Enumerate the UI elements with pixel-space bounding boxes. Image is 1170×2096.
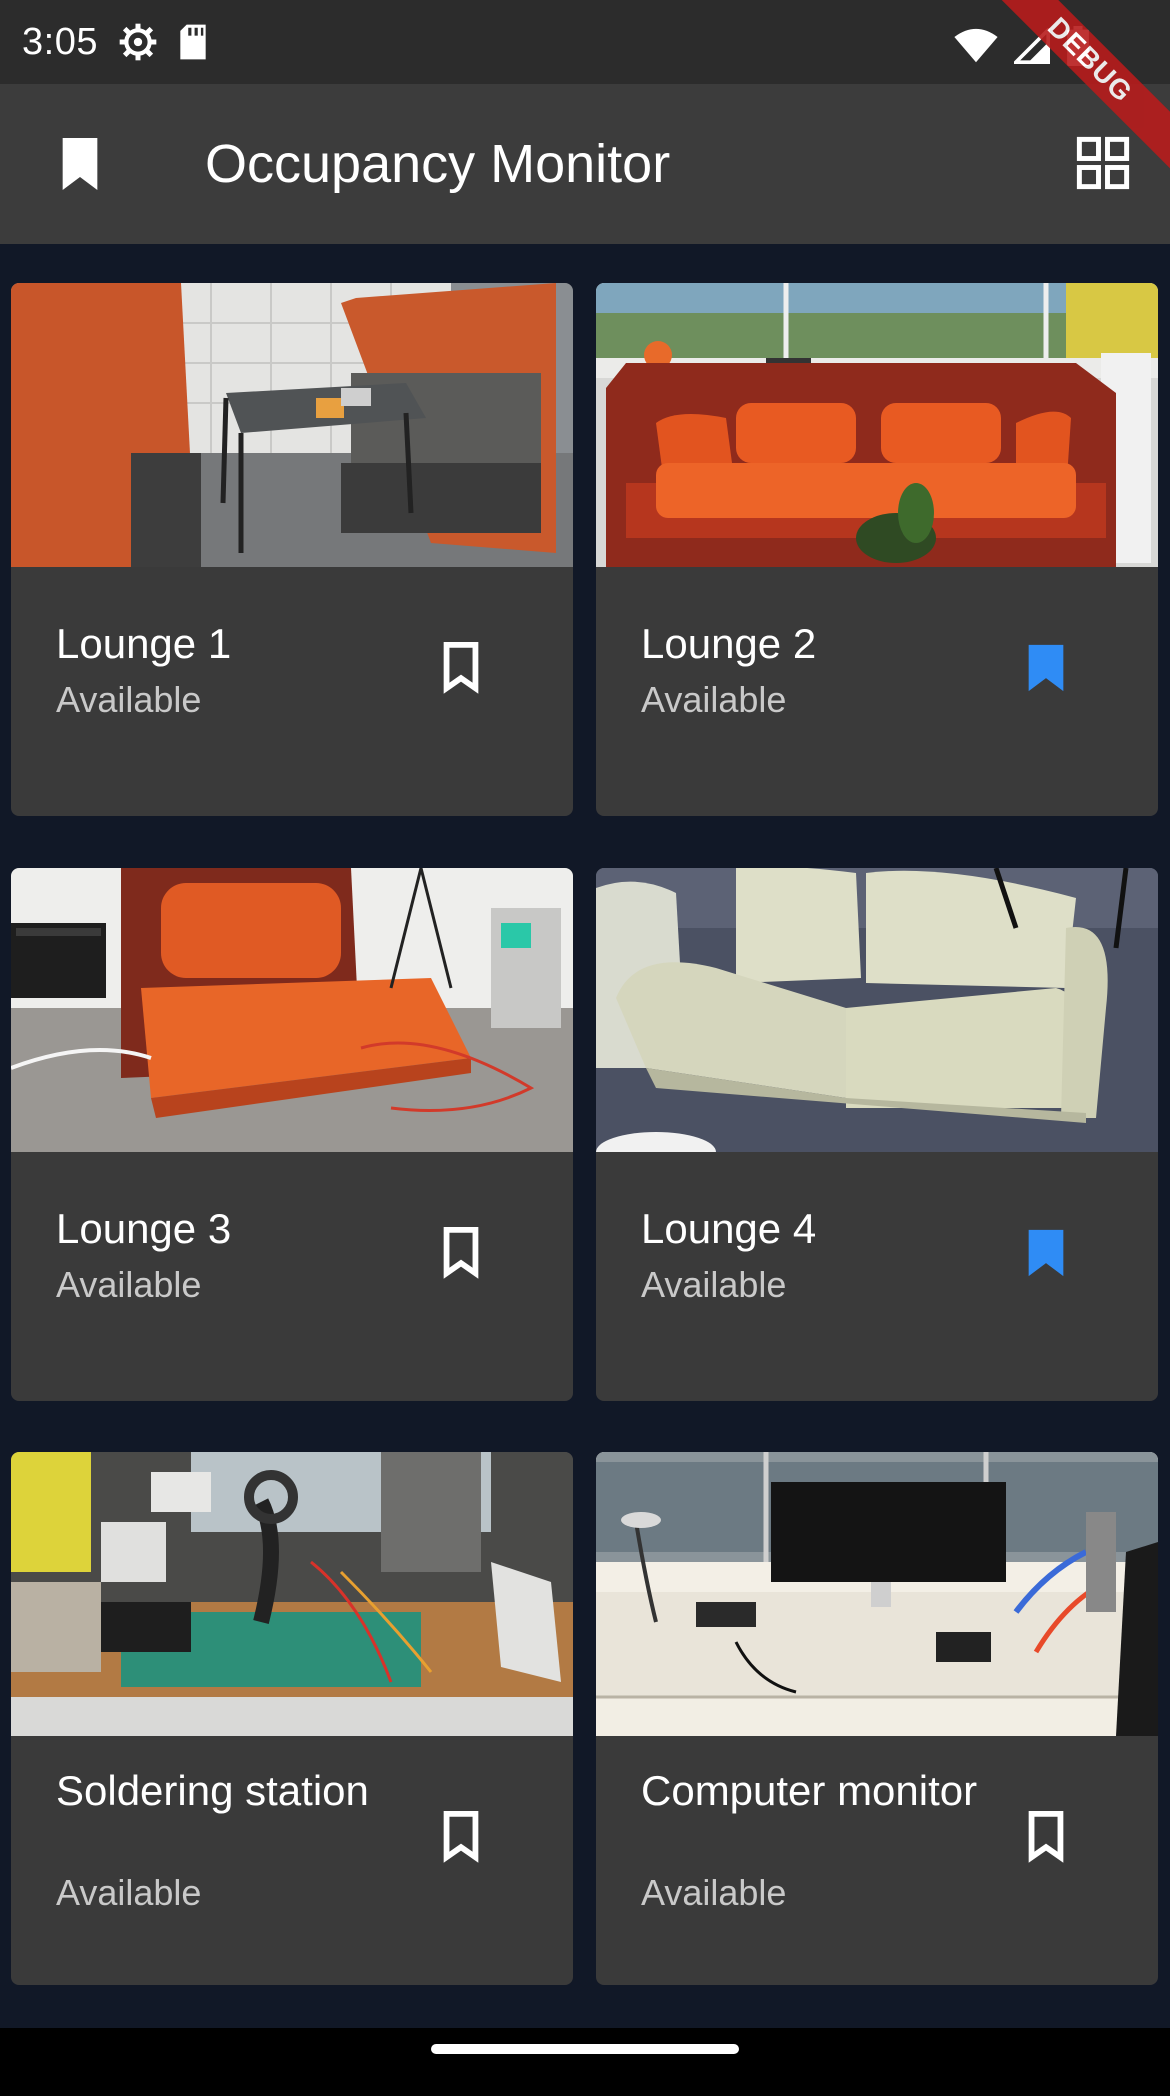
room-status: Available xyxy=(641,1264,787,1305)
room-card-soldering-station[interactable]: Soldering station Available xyxy=(11,1452,573,1985)
room-status: Available xyxy=(641,1872,787,1913)
room-name: Computer monitor xyxy=(641,1767,978,1814)
room-grid: Lounge 1 Available Lounge 2 Available Lo… xyxy=(0,244,1170,2028)
bookmark-outline-icon[interactable] xyxy=(439,1811,483,1863)
bookmark-outline-icon[interactable] xyxy=(1024,1811,1068,1863)
room-photo xyxy=(11,1452,573,1736)
room-name: Lounge 3 xyxy=(56,1205,232,1252)
room-name: Lounge 2 xyxy=(641,620,817,667)
room-info: Lounge 4 Available xyxy=(596,1152,1158,1401)
room-status: Available xyxy=(641,679,787,720)
room-card-lounge-4[interactable]: Lounge 4 Available xyxy=(596,868,1158,1401)
page-title: Occupancy Monitor xyxy=(205,134,671,194)
bookmark-outline-icon[interactable] xyxy=(439,642,483,694)
room-photo xyxy=(11,868,573,1152)
room-info: Soldering station Available xyxy=(11,1736,573,1985)
room-photo xyxy=(596,868,1158,1152)
status-time: 3:05 xyxy=(22,20,98,63)
sd-card-icon xyxy=(180,24,206,60)
home-indicator[interactable] xyxy=(431,2044,739,2054)
room-card-lounge-1[interactable]: Lounge 1 Available xyxy=(11,283,573,816)
room-info: Lounge 3 Available xyxy=(11,1152,573,1401)
grid-view-icon[interactable] xyxy=(1076,136,1130,190)
room-photo xyxy=(596,283,1158,567)
room-status: Available xyxy=(56,1872,202,1913)
room-info: Lounge 2 Available xyxy=(596,567,1158,816)
status-bar: 3:05 xyxy=(0,0,1170,84)
room-status: Available xyxy=(56,679,202,720)
bookmark-outline-icon[interactable] xyxy=(439,1227,483,1279)
room-name: Soldering station xyxy=(56,1767,369,1814)
room-info: Lounge 1 Available xyxy=(11,567,573,816)
room-name: Lounge 4 xyxy=(641,1205,817,1252)
room-card-lounge-2[interactable]: Lounge 2 Available xyxy=(596,283,1158,816)
room-card-lounge-3[interactable]: Lounge 3 Available xyxy=(11,868,573,1401)
room-name: Lounge 1 xyxy=(56,620,232,667)
bookmark-filled-icon[interactable] xyxy=(1024,1227,1068,1279)
room-photo xyxy=(11,283,573,567)
wifi-icon xyxy=(954,28,998,63)
room-photo xyxy=(596,1452,1158,1736)
bookmark-filled-icon[interactable] xyxy=(1024,642,1068,694)
app-bar: Occupancy Monitor xyxy=(0,84,1170,244)
bookmark-icon[interactable] xyxy=(58,138,102,190)
room-card-computer-monitor[interactable]: Computer monitor Available xyxy=(596,1452,1158,1985)
settings-icon xyxy=(119,23,157,61)
room-status: Available xyxy=(56,1264,202,1305)
navigation-bar xyxy=(0,2028,1170,2096)
room-info: Computer monitor Available xyxy=(596,1736,1158,1985)
